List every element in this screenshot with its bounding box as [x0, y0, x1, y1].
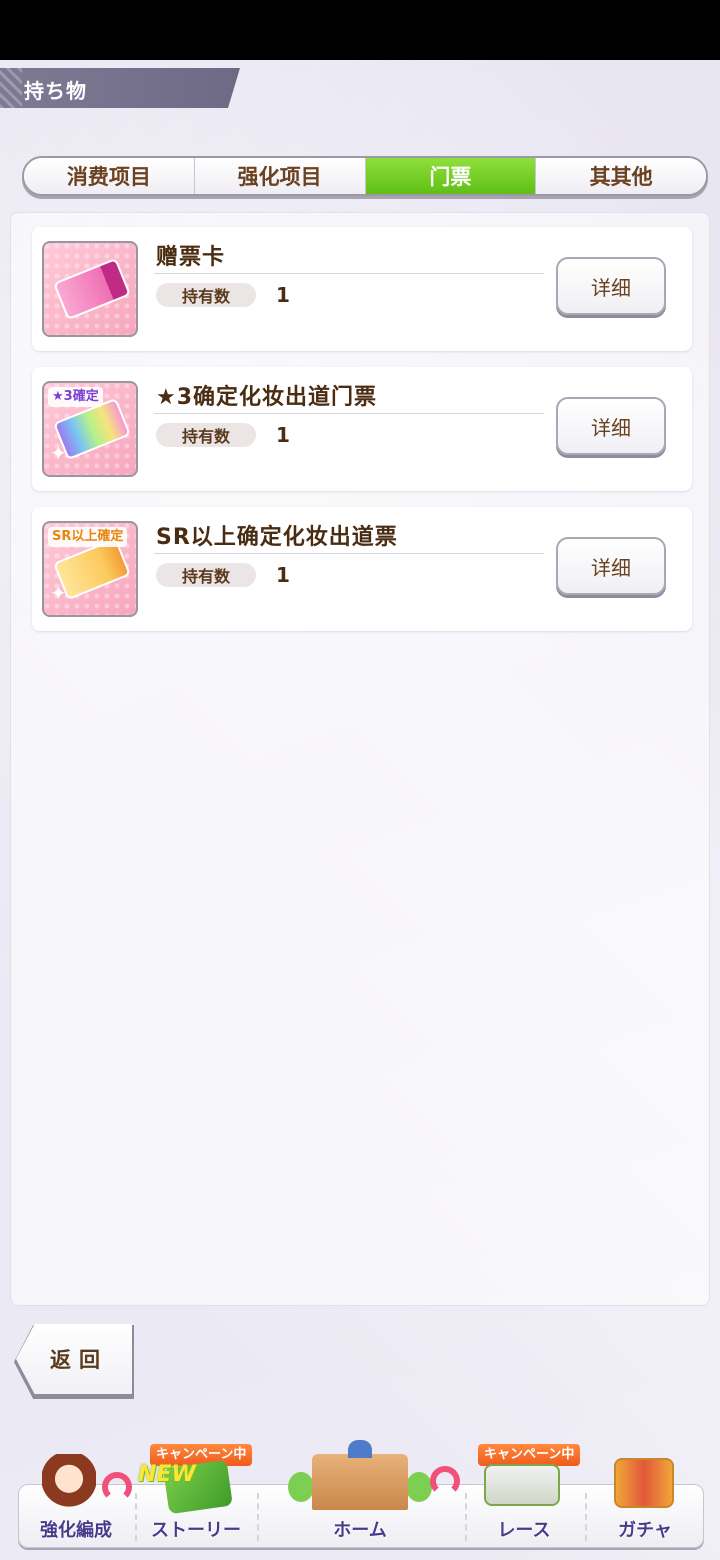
divider — [154, 413, 544, 414]
nav-enhance[interactable]: 強化編成 — [18, 1454, 134, 1548]
tab-tickets[interactable]: 门票 — [365, 158, 537, 194]
divider — [154, 273, 544, 274]
character-icon — [42, 1454, 96, 1516]
tree-icon — [288, 1472, 314, 1502]
back-button[interactable]: 返回 — [16, 1324, 132, 1394]
ticket-card-icon — [42, 241, 138, 337]
nav-story[interactable]: キャンペーン中 NEW ストーリー — [136, 1444, 256, 1548]
star3-ticket-icon: ★3確定 ✦ — [42, 381, 138, 477]
nav-label: レース — [497, 1520, 551, 1541]
owned-count: 1 — [276, 423, 290, 447]
star3-badge: ★3確定 — [48, 387, 103, 407]
tree-icon — [406, 1472, 432, 1502]
new-badge: NEW — [138, 1462, 196, 1487]
ticket-shape — [52, 257, 132, 321]
nav-label: 強化編成 — [40, 1520, 112, 1541]
race-gate-icon — [484, 1464, 560, 1506]
nav-race[interactable]: キャンペーン中 レース — [464, 1444, 584, 1548]
page-title: 持ち物 — [24, 79, 87, 103]
detail-button[interactable]: 详细 — [556, 397, 666, 455]
sr-badge: SR以上確定 — [48, 527, 128, 547]
owned-count: 1 — [276, 283, 290, 307]
detail-button[interactable]: 详细 — [556, 257, 666, 315]
nav-home[interactable]: ホーム — [258, 1440, 462, 1548]
nav-label: ガチャ — [618, 1520, 672, 1541]
hoof-icon — [430, 1466, 460, 1496]
page-header: 持ち物 — [0, 68, 240, 108]
category-tabs: 消费项目 强化项目 门票 其其他 — [22, 156, 708, 196]
nav-label: ストーリー — [151, 1520, 241, 1541]
detail-button[interactable]: 详细 — [556, 537, 666, 595]
divider — [154, 553, 544, 554]
sr-ticket-icon: SR以上確定 ✦ — [42, 521, 138, 617]
sparkle-icon: ✦ — [50, 581, 67, 605]
school-building-icon — [312, 1454, 408, 1510]
sparkle-icon: ✦ — [50, 441, 67, 465]
owned-count: 1 — [276, 563, 290, 587]
owned-label: 持有数 — [156, 423, 256, 447]
owned-label: 持有数 — [156, 563, 256, 587]
status-bar — [0, 0, 720, 60]
tab-others[interactable]: 其其他 — [536, 158, 706, 194]
tower-dome-icon — [348, 1440, 372, 1458]
list-item: ★3確定 ✦ ★3确定化妆出道门票 持有数 1 详细 — [32, 367, 692, 491]
list-item: SR以上確定 ✦ SR以上确定化妆出道票 持有数 1 详细 — [32, 507, 692, 631]
nav-gacha[interactable]: ガチャ — [586, 1458, 704, 1548]
owned-label: 持有数 — [156, 283, 256, 307]
hoof-icon — [102, 1472, 132, 1502]
campaign-badge: キャンペーン中 — [478, 1444, 581, 1466]
item-name: 赠票卡 — [156, 245, 226, 270]
list-item: 赠票卡 持有数 1 详细 — [32, 227, 692, 351]
item-name: ★3确定化妆出道门票 — [156, 385, 378, 410]
nav-label: ホーム — [333, 1520, 387, 1541]
header-pattern — [0, 68, 22, 108]
tab-enhancement[interactable]: 强化项目 — [194, 158, 366, 194]
tab-consumables[interactable]: 消费项目 — [24, 158, 195, 194]
gacha-door-icon — [614, 1458, 674, 1508]
item-name: SR以上确定化妆出道票 — [156, 525, 398, 550]
